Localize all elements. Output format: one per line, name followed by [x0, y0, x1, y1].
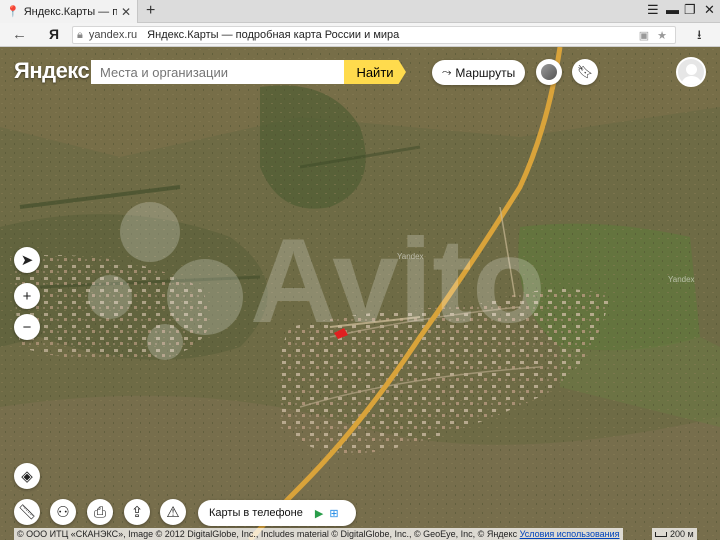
report-button[interactable]: ⚠ [160, 499, 186, 525]
share-icon: ⇪ [130, 504, 144, 521]
routes-button[interactable]: ⤳ Маршруты [432, 60, 525, 85]
geolocation-button[interactable]: ➤ [14, 247, 40, 273]
scale-bar [655, 531, 667, 537]
routes-label: Маршруты [455, 65, 516, 80]
binoculars-icon: ⚇ [56, 504, 70, 521]
location-pin-icon: 📍 [6, 6, 20, 18]
routes-icon: ⤳ [441, 65, 452, 79]
lock-icon: 🔒︎ [77, 28, 83, 41]
back-arrow-icon[interactable]: ← [12, 26, 27, 43]
close-icon[interactable]: ✕ [121, 5, 131, 19]
windows-icon: ⊞ [329, 507, 339, 520]
menu-icon[interactable]: ☰ [647, 2, 659, 18]
yandex-home-button[interactable]: Я [49, 26, 59, 42]
yandex-watermark: Yandex [397, 252, 424, 261]
zoom-out-icon: − [22, 318, 32, 336]
copyright-bar: © ООО ИТЦ «СКАНЭКС», Image © 2012 Digita… [14, 528, 623, 540]
share-button[interactable]: ⇪ [124, 499, 150, 525]
print-icon: ⎙ [93, 503, 106, 521]
layers-icon: ◈ [21, 468, 33, 485]
bookmark-icon: 🔖︎ [576, 64, 594, 79]
avito-watermark-text: Avito [250, 214, 546, 348]
reader-icon[interactable]: ▣ [639, 29, 649, 42]
warning-icon: ⚠ [166, 504, 180, 521]
layers-toggle-icon [541, 64, 557, 80]
browser-tab[interactable]: 📍 Яндекс.Карты — подроб ✕ [0, 0, 138, 23]
ruler-icon: 📏︎ [17, 504, 37, 521]
restore-icon[interactable]: ❐ [684, 2, 696, 18]
layers-button[interactable]: ◈ [14, 463, 40, 489]
avito-watermark: Avito [88, 202, 546, 360]
terms-link[interactable]: Условия использования [520, 529, 620, 539]
minimize-icon[interactable]: ▬ [666, 2, 679, 17]
scale-label: 200 м [670, 529, 694, 539]
yandex-watermark: Yandex [668, 275, 695, 284]
search-input[interactable] [91, 60, 344, 84]
url-domain: yandex.ru [88, 29, 138, 41]
tab-title: Яндекс.Карты — подроб [23, 5, 117, 18]
zoom-in-icon: + [22, 287, 32, 305]
zoom-out-button[interactable]: − [14, 314, 40, 340]
user-avatar-icon[interactable] [676, 57, 706, 87]
new-tab-button[interactable]: + [146, 2, 155, 20]
geolocation-icon: ➤ [20, 252, 34, 269]
yandex-logo[interactable]: Яндекс [14, 58, 90, 84]
maps-in-phone-button[interactable]: Карты в телефоне ▶ ⊞ [198, 500, 356, 526]
map-scale: 200 м [652, 528, 697, 540]
url-field[interactable]: 🔒︎ yandex.ru Яндекс.Карты — подробная ка… [72, 26, 676, 44]
phone-label: Карты в телефоне [209, 507, 303, 519]
url-page-title: Яндекс.Карты — подробная карта России и … [147, 29, 400, 41]
copyright-text: © ООО ИТЦ «СКАНЭКС», Image © 2012 Digita… [17, 529, 518, 539]
browser-tab-strip: 📍 Яндекс.Карты — подроб ✕ + ☰ ▬ ❐ ✕ [0, 0, 720, 23]
address-bar: ← Я 🔒︎ yandex.ru Яндекс.Карты — подробна… [0, 23, 720, 47]
panorama-button[interactable]: ⚇ [50, 499, 76, 525]
print-button[interactable]: ⎙ [87, 499, 113, 525]
bookmark-star-icon[interactable]: ★ [657, 29, 667, 42]
bookmarks-button[interactable]: 🔖︎ [572, 59, 598, 85]
ruler-button[interactable]: 📏︎ [14, 499, 40, 525]
layers-toggle-button[interactable] [536, 59, 562, 85]
zoom-in-button[interactable]: + [14, 283, 40, 309]
window-close-icon[interactable]: ✕ [704, 2, 715, 18]
map-view[interactable]: Avito Yandex Yandex Яндекс Найти ⤳ Маршр… [0, 47, 720, 540]
download-icon[interactable]: ⭳ [697, 26, 702, 48]
google-play-icon: ▶ [314, 507, 324, 520]
find-button[interactable]: Найти [344, 60, 406, 84]
